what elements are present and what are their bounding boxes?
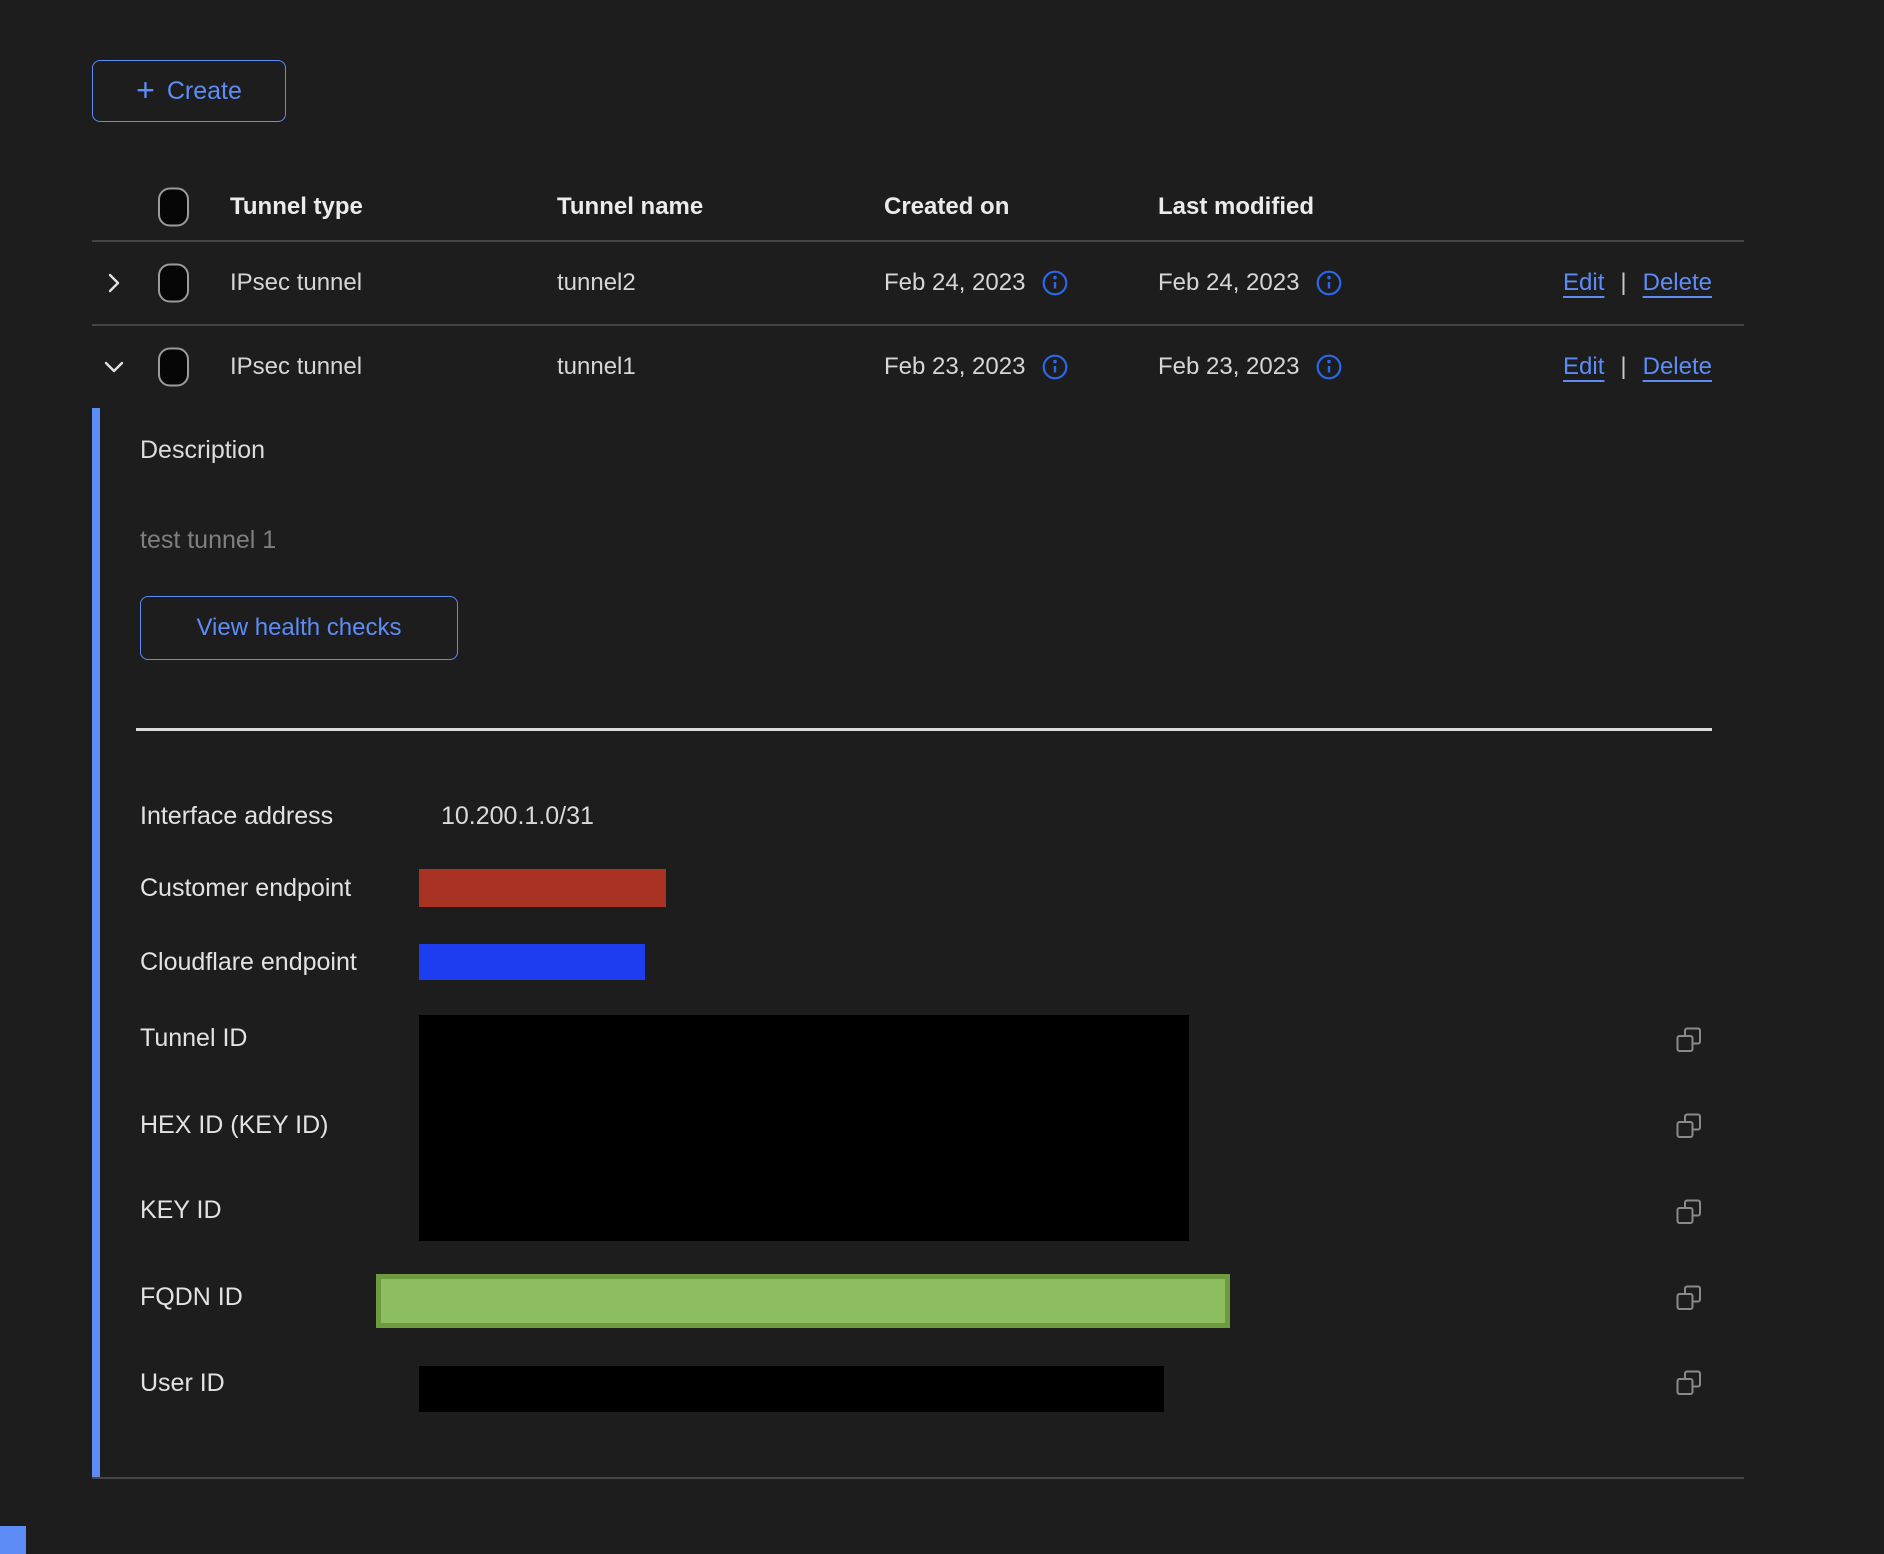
customer-endpoint-label: Customer endpoint <box>140 874 351 903</box>
last-modified-value: Feb 23, 2023 <box>1158 353 1299 381</box>
tunnel-name-cell: tunnel2 <box>557 269 636 297</box>
cloudflare-endpoint-redacted-value <box>419 944 645 980</box>
info-icon[interactable] <box>1041 269 1069 297</box>
col-header-tunnel-type: Tunnel type <box>230 193 363 221</box>
select-all-checkbox[interactable] <box>158 188 189 227</box>
section-divider <box>136 728 1712 731</box>
created-on-value: Feb 23, 2023 <box>884 353 1025 381</box>
col-header-tunnel-name: Tunnel name <box>557 193 703 221</box>
copy-icon[interactable] <box>1676 1370 1702 1396</box>
copy-icon[interactable] <box>1676 1113 1702 1139</box>
actions-separator: | <box>1620 353 1626 381</box>
user-id-label: User ID <box>140 1369 225 1398</box>
row-checkbox[interactable] <box>158 348 189 387</box>
chevron-right-icon[interactable] <box>100 269 128 297</box>
fqdn-id-redacted-value <box>376 1274 1230 1328</box>
tunnel-type-cell: IPsec tunnel <box>230 353 362 381</box>
row-actions: Edit | Delete <box>1563 353 1712 381</box>
plus-icon: + <box>136 74 155 106</box>
table-row-tunnel1: IPsec tunnel tunnel1 Feb 23, 2023 Feb 23… <box>92 326 1744 408</box>
table-header: Tunnel type Tunnel name Created on Last … <box>92 173 1744 241</box>
chevron-down-icon[interactable] <box>100 353 128 381</box>
description-label: Description <box>140 436 265 465</box>
delete-link[interactable]: Delete <box>1643 353 1712 381</box>
col-header-created-on: Created on <box>884 193 1009 221</box>
info-icon[interactable] <box>1315 353 1343 381</box>
col-header-last-modified: Last modified <box>1158 193 1314 221</box>
view-health-checks-button[interactable]: View health checks <box>140 596 458 660</box>
edit-link[interactable]: Edit <box>1563 269 1604 297</box>
copy-icon[interactable] <box>1676 1199 1702 1225</box>
create-button[interactable]: + Create <box>92 60 286 122</box>
tunnel-name-cell: tunnel1 <box>557 353 636 381</box>
info-icon[interactable] <box>1315 269 1343 297</box>
key-id-label: KEY ID <box>140 1196 222 1225</box>
last-modified-value: Feb 24, 2023 <box>1158 269 1299 297</box>
ids-redacted-value <box>419 1015 1189 1241</box>
description-value: test tunnel 1 <box>140 526 276 555</box>
user-id-redacted-value <box>419 1366 1164 1412</box>
copy-icon[interactable] <box>1676 1285 1702 1311</box>
interface-address-label: Interface address <box>140 802 333 831</box>
created-on-value: Feb 24, 2023 <box>884 269 1025 297</box>
actions-separator: | <box>1620 269 1626 297</box>
bottom-divider <box>92 1477 1744 1479</box>
hex-id-label: HEX ID (KEY ID) <box>140 1111 328 1140</box>
tunnel-details-panel: Description test tunnel 1 View health ch… <box>92 408 1744 1477</box>
ipsec-tunnels-page: + Create Tunnel type Tunnel name Created… <box>0 0 1884 1554</box>
copy-icon[interactable] <box>1676 1027 1702 1053</box>
tunnel-type-cell: IPsec tunnel <box>230 269 362 297</box>
cloudflare-endpoint-label: Cloudflare endpoint <box>140 948 357 977</box>
interface-address-value: 10.200.1.0/31 <box>441 802 594 831</box>
tunnel-id-label: Tunnel ID <box>140 1024 247 1053</box>
partial-bottom-left-element <box>0 1526 26 1554</box>
delete-link[interactable]: Delete <box>1643 269 1712 297</box>
table-row-tunnel2: IPsec tunnel tunnel2 Feb 24, 2023 Feb 24… <box>92 242 1744 324</box>
row-actions: Edit | Delete <box>1563 269 1712 297</box>
customer-endpoint-redacted-value <box>419 869 666 907</box>
info-icon[interactable] <box>1041 353 1069 381</box>
fqdn-id-label: FQDN ID <box>140 1283 243 1312</box>
row-checkbox[interactable] <box>158 264 189 303</box>
edit-link[interactable]: Edit <box>1563 353 1604 381</box>
create-button-label: Create <box>167 77 242 106</box>
